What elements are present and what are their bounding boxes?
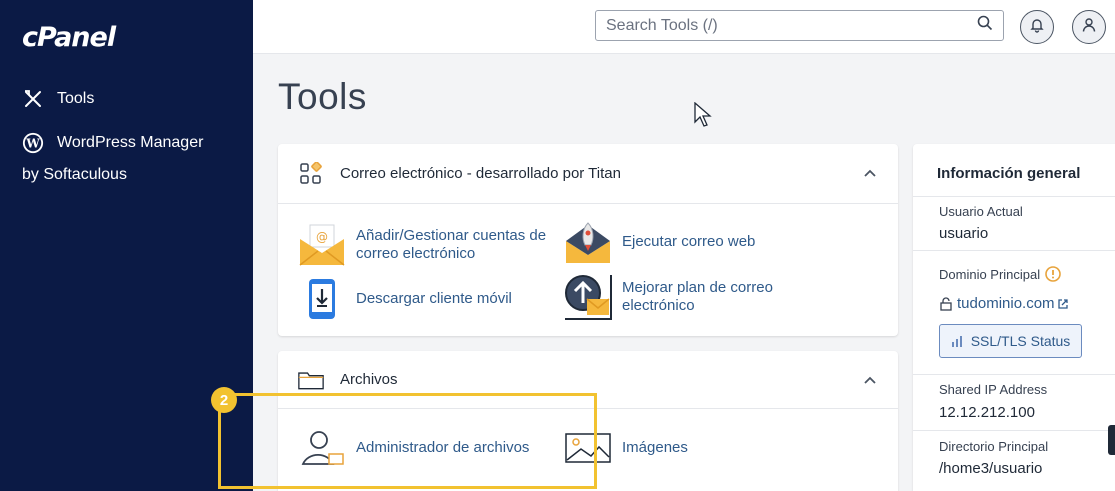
general-info-panel: Información general Usuario Actual usuar… — [913, 144, 1115, 491]
sidebar-item-label: WordPress Manager — [57, 134, 204, 151]
sidebar-item-wordpress[interactable]: W WordPress Manager by Softaculous — [22, 132, 203, 184]
info-current-user: Usuario Actual usuario — [913, 196, 1115, 250]
shared-ip-value: 12.12.212.100 — [939, 404, 1035, 421]
search-box[interactable] — [595, 10, 1004, 41]
email-card-title: Correo electrónico - desarrollado por Ti… — [340, 165, 621, 182]
tool-label: Añadir/Gestionar cuentas de correo elect… — [356, 227, 547, 262]
email-accounts-icon: @ — [296, 220, 348, 270]
tool-webmail[interactable]: Ejecutar correo web — [562, 217, 755, 267]
email-card: Correo electrónico - desarrollado por Ti… — [278, 144, 898, 336]
mouse-pointer-icon — [694, 102, 712, 127]
info-home-directory: Directorio Principal /home3/usuario — [913, 430, 1115, 491]
tool-mobile-client[interactable]: Descargar cliente móvil — [296, 274, 512, 324]
svg-text:W: W — [25, 137, 40, 151]
sidebar-item-sublabel: by Softaculous — [22, 166, 127, 183]
ssl-tls-status-button[interactable]: SSL/TLS Status — [939, 324, 1082, 358]
current-user-label: Usuario Actual — [939, 204, 1023, 219]
page-title: Tools — [278, 76, 367, 117]
user-menu-button[interactable] — [1072, 10, 1106, 44]
chevron-up-icon[interactable] — [862, 166, 878, 182]
webmail-rocket-icon — [562, 217, 614, 267]
warning-icon[interactable] — [1045, 266, 1061, 282]
sidebar: cPanel Tools W WordPress Manager by Soft… — [0, 0, 253, 491]
tool-email-accounts[interactable]: @ Añadir/Gestionar cuentas de correo ele… — [296, 220, 556, 270]
notifications-button[interactable] — [1020, 10, 1054, 44]
top-header — [253, 0, 1115, 54]
bell-icon — [1029, 17, 1045, 38]
home-dir-label: Directorio Principal — [939, 439, 1049, 454]
primary-domain-label: Dominio Principal — [939, 266, 1041, 282]
tool-label: Imágenes — [622, 439, 688, 456]
primary-domain-link[interactable]: tudominio.com — [939, 295, 1069, 312]
user-icon — [1081, 17, 1097, 38]
search-input[interactable] — [606, 16, 977, 35]
mobile-download-icon — [296, 274, 348, 324]
tools-icon — [22, 88, 44, 110]
chevron-up-icon[interactable] — [862, 373, 878, 389]
ssl-button-label: SSL/TLS Status — [970, 333, 1071, 349]
folder-icon — [298, 367, 324, 393]
annotation-highlight-box — [218, 393, 597, 489]
cpanel-logo[interactable]: cPanel — [22, 22, 116, 53]
annotation-step-badge: 2 — [211, 387, 237, 413]
tool-label: Ejecutar correo web — [622, 233, 756, 250]
tool-label: Mejorar plan de correo electrónico — [622, 279, 773, 314]
wordpress-icon: W — [22, 132, 44, 154]
info-title: Información general — [937, 165, 1081, 182]
external-link-icon — [1057, 298, 1068, 309]
home-dir-value: /home3/usuario — [939, 460, 1043, 477]
tool-upgrade-email[interactable]: Mejorar plan de correo electrónico — [562, 272, 822, 322]
shared-ip-label: Shared IP Address — [939, 382, 1048, 397]
primary-domain-label-row: Dominio Principal — [939, 266, 1061, 282]
svg-text:@: @ — [316, 230, 328, 244]
primary-domain-value: tudominio.com — [957, 295, 1055, 312]
upgrade-email-icon — [562, 272, 614, 322]
side-feedback-tab[interactable] — [1108, 425, 1115, 455]
tool-label: Descargar cliente móvil — [356, 290, 512, 307]
email-card-header[interactable]: Correo electrónico - desarrollado por Ti… — [278, 144, 898, 204]
info-shared-ip: Shared IP Address 12.12.212.100 — [913, 374, 1115, 430]
search-icon[interactable] — [977, 15, 993, 36]
apps-grid-icon — [298, 161, 324, 187]
bar-chart-icon — [951, 336, 962, 347]
sidebar-item-label: Tools — [57, 90, 95, 107]
current-user-value: usuario — [939, 225, 989, 242]
lock-open-icon — [940, 296, 952, 311]
files-card-title: Archivos — [340, 371, 398, 388]
sidebar-item-tools[interactable]: Tools — [22, 88, 94, 110]
